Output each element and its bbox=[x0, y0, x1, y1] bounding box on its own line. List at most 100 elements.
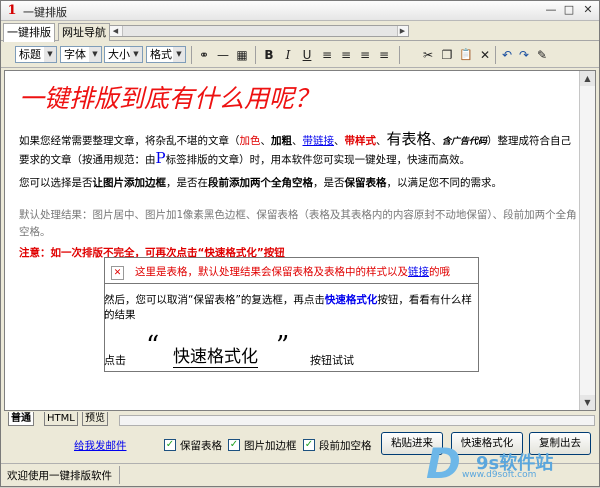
paragraph-1-line-2: 要求的文章（按通用规范：由P标签排版的文章）时，用本软件您可实现一键处理，快速而… bbox=[19, 150, 470, 169]
watermark-url: www.d9soft.com bbox=[462, 470, 537, 480]
toolbar-divider bbox=[399, 46, 400, 64]
p2-text: ，是否在 bbox=[166, 177, 208, 189]
copy-icon[interactable]: ❐ bbox=[438, 46, 456, 64]
p1-sep: 、 bbox=[431, 135, 443, 147]
align-left-icon[interactable]: ≡ bbox=[318, 46, 336, 64]
p1-red: 加色 bbox=[239, 135, 261, 147]
p1-link[interactable]: 带链接 bbox=[303, 135, 335, 147]
chevron-down-icon: ▼ bbox=[44, 47, 56, 62]
table-cell-text: 这里是表格，默认处理结果会保留表格及表格中的样式以及链接的哦 bbox=[135, 264, 450, 279]
scroll-down-icon[interactable]: ▼ bbox=[580, 395, 595, 410]
p2-text: 您可以选择是否 bbox=[19, 177, 93, 189]
size-combo-label: 大小 bbox=[108, 48, 130, 61]
font-combo-label: 字体 bbox=[64, 48, 86, 61]
p2-bold: 保留表格 bbox=[344, 177, 387, 189]
status-divider bbox=[119, 466, 120, 484]
toolbar-divider bbox=[255, 46, 256, 64]
scroll-thumb[interactable] bbox=[122, 26, 398, 36]
keep-table-label: 保留表格 bbox=[180, 440, 222, 452]
quote-line: 点击 “ 快速格式化 ” 按钮试试 bbox=[104, 331, 484, 375]
tab-normal[interactable]: 普通 bbox=[8, 412, 34, 426]
size-combo[interactable]: 大小 ▼ bbox=[104, 46, 143, 63]
format-toolbar: 标题 ▼ 字体 ▼ 大小 ▼ 格式 ▼ ⚭ — ▦ B I U ≡ ≡ ≡ ≡ … bbox=[1, 42, 599, 68]
toolbar-divider bbox=[191, 46, 192, 64]
delete-icon[interactable]: ✕ bbox=[476, 46, 494, 64]
p2-bold: 段前添加两个全角空格 bbox=[208, 177, 313, 189]
justify-icon[interactable]: ≡ bbox=[375, 46, 393, 64]
horizontal-rule-icon[interactable]: — bbox=[214, 46, 232, 64]
article-heading: 一键排版到底有什么用呢？ bbox=[19, 84, 320, 113]
image-border-label: 图片加边框 bbox=[244, 440, 297, 452]
heading-combo[interactable]: 标题 ▼ bbox=[15, 46, 57, 63]
bottom-scrollbar[interactable] bbox=[119, 415, 595, 426]
p1-sep: 、 bbox=[260, 135, 272, 147]
p2-text: ，以满足您不同的需求。 bbox=[386, 177, 503, 189]
p1-line2-text: 要求的文章（按通用规范：由 bbox=[19, 154, 156, 166]
paragraph-2: 您可以选择是否让图片添加边框，是否在段前添加两个全角空格，是否保留表格，以满足您… bbox=[19, 175, 502, 192]
p1-text-end: ）整理成符合自己 bbox=[487, 135, 572, 147]
table-para-link[interactable]: 快速格式化 bbox=[325, 294, 378, 306]
format-combo[interactable]: 格式 ▼ bbox=[146, 46, 186, 63]
tab-preview[interactable]: 预览 bbox=[82, 412, 108, 426]
heading-combo-label: 标题 bbox=[19, 48, 41, 61]
font-combo[interactable]: 字体 ▼ bbox=[60, 46, 102, 63]
p2-bold: 让图片添加边框 bbox=[92, 177, 167, 189]
scroll-right-icon[interactable]: ▶ bbox=[397, 26, 408, 36]
watermark-logo: D 9s软件站 www.d9soft.com bbox=[426, 439, 598, 488]
window-title: 一键排版 bbox=[23, 6, 67, 19]
p1-line2-end: 标签排版的文章）时，用本软件您可实现一键处理，快速而高效。 bbox=[165, 154, 471, 166]
p1-table-text: 有表格 bbox=[386, 130, 432, 148]
p1-ad: 含广告代码 bbox=[442, 137, 488, 147]
chevron-down-icon: ▼ bbox=[130, 47, 142, 62]
toolbar-divider bbox=[495, 46, 496, 64]
app-icon: 1 bbox=[7, 3, 17, 18]
chevron-down-icon: ▼ bbox=[89, 47, 101, 62]
app-window: 1 一键排版 — □ ✕ 一键排版 网址导航 ◀ ▶ 标题 ▼ 字体 ▼ 大小 … bbox=[0, 0, 600, 488]
table-icon[interactable]: ▦ bbox=[233, 46, 251, 64]
tab-navigation[interactable]: 网址导航 bbox=[58, 23, 110, 41]
redo-icon[interactable]: ↷ bbox=[515, 46, 533, 64]
p1-sep: 、 bbox=[334, 135, 345, 147]
table-cell-text-a: 这里是表格，默认处理结果会保留表格及表格中的样式以及 bbox=[135, 266, 408, 278]
tab-html[interactable]: HTML bbox=[44, 412, 78, 426]
email-link[interactable]: 给我发邮件 bbox=[74, 438, 127, 453]
undo-icon[interactable]: ↶ bbox=[498, 46, 516, 64]
bold-button[interactable]: B bbox=[260, 46, 278, 64]
top-scrollbar[interactable]: ◀ ▶ bbox=[109, 25, 409, 37]
tab-format[interactable]: 一键排版 bbox=[3, 23, 55, 42]
close-quote-mark: ” bbox=[276, 331, 290, 361]
table-cell-link[interactable]: 链接 bbox=[408, 266, 429, 278]
editor-area[interactable]: 一键排版到底有什么用呢？ 如果您经常需要整理文章，将杂乱不堪的文章（加色、加粗、… bbox=[4, 70, 596, 411]
image-border-checkbox[interactable]: ✓ bbox=[228, 439, 240, 451]
quote-big-text: 快速格式化 bbox=[173, 342, 258, 368]
link-icon[interactable]: ⚭ bbox=[195, 46, 213, 64]
table-cell: ✕ 这里是表格，默认处理结果会保留表格及表格中的样式以及链接的哦 bbox=[105, 258, 478, 284]
scroll-up-icon[interactable]: ▲ bbox=[580, 71, 595, 86]
keep-table-checkbox[interactable]: ✓ bbox=[164, 439, 176, 451]
quote-click-text: 点击 bbox=[104, 354, 126, 367]
paste-icon[interactable]: 📋 bbox=[457, 46, 475, 64]
edit-icon[interactable]: ✎ bbox=[533, 46, 551, 64]
quote-try-text: 按钮试试 bbox=[310, 354, 354, 367]
chevron-down-icon: ▼ bbox=[173, 47, 185, 62]
underline-button[interactable]: U bbox=[298, 46, 316, 64]
watermark-d-glyph: D bbox=[426, 439, 461, 488]
close-button[interactable]: ✕ bbox=[580, 3, 596, 18]
minimize-button[interactable]: — bbox=[543, 3, 559, 18]
cut-icon[interactable]: ✂ bbox=[419, 46, 437, 64]
maximize-button[interactable]: □ bbox=[561, 3, 577, 18]
p1-sep: 、 bbox=[376, 135, 387, 147]
table-cell-text-b: 的哦 bbox=[429, 266, 450, 278]
p1-style: 带样式 bbox=[344, 135, 377, 147]
status-text: 欢迎使用一键排版软件 bbox=[7, 470, 112, 482]
indent-checkbox[interactable]: ✓ bbox=[303, 439, 315, 451]
align-center-icon[interactable]: ≡ bbox=[337, 46, 355, 64]
table-para-text: 然后，您可以取消“保留表格”的复选框，再点击 bbox=[104, 294, 325, 306]
italic-button[interactable]: I bbox=[279, 46, 297, 64]
editor-scrollbar[interactable]: ▲ ▼ bbox=[579, 71, 595, 410]
align-right-icon[interactable]: ≡ bbox=[356, 46, 374, 64]
table-paragraph: 然后，您可以取消“保留表格”的复选框，再点击快速格式化按钮，看看有什么样的结果 bbox=[104, 293, 482, 323]
scroll-left-icon[interactable]: ◀ bbox=[110, 26, 121, 36]
p1-bold: 加粗 bbox=[271, 135, 292, 147]
paragraph-1-line-1: 如果您经常需要整理文章，将杂乱不堪的文章（加色、加粗、带链接、带样式、有表格、含… bbox=[19, 131, 571, 151]
